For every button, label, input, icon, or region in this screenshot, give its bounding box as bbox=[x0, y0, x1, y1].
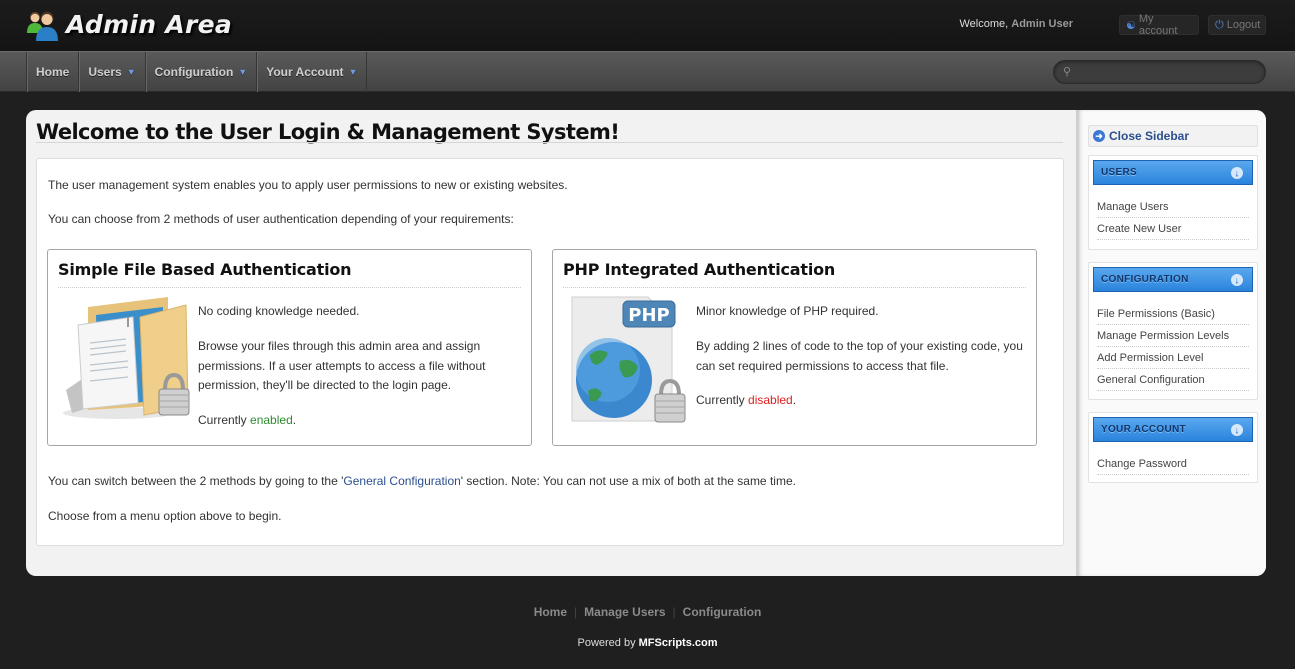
main-nav: Home Users ▼ Configuration ▼ Your Account ▼… bbox=[0, 51, 1295, 92]
sidebar-section-users: USERS ↓ Manage Users Create New User bbox=[1088, 155, 1258, 250]
arrow-down-icon: ↓ bbox=[1231, 167, 1243, 179]
arrow-down-icon: ↓ bbox=[1231, 424, 1243, 436]
section-header-users[interactable]: USERS ↓ bbox=[1093, 160, 1253, 185]
separator: | bbox=[672, 605, 676, 619]
nav-configuration[interactable]: Configuration ▼ bbox=[146, 52, 258, 92]
switch-text-after: ' section. Note: You can not use a mix o… bbox=[460, 474, 796, 488]
section-title: USERS bbox=[1101, 167, 1137, 178]
user-icon: ☯ bbox=[1126, 19, 1136, 32]
my-account-label: My account bbox=[1138, 13, 1178, 37]
users-icon bbox=[26, 6, 62, 42]
powered-brand-link[interactable]: MFScripts.com bbox=[639, 637, 718, 649]
card-line-2: By adding 2 lines of code to the top of … bbox=[696, 339, 1023, 373]
sidebar-section-your-account: YOUR ACCOUNT ↓ Change Password bbox=[1088, 412, 1258, 483]
footer-links: Home | Manage Users | Configuration bbox=[0, 605, 1295, 619]
powered-by: Powered by MFScripts.com bbox=[0, 637, 1295, 649]
nav-configuration-label: Configuration bbox=[154, 65, 234, 79]
header: Admin Area Welcome, Admin User ☯ My acco… bbox=[0, 0, 1295, 51]
footer-link-home[interactable]: Home bbox=[534, 605, 567, 619]
nav-your-account-label: Your Account bbox=[266, 65, 344, 79]
card-title: PHP Integrated Authentication bbox=[563, 260, 836, 279]
card-status: Currently disabled. bbox=[696, 393, 797, 407]
sidebar-item-general-configuration[interactable]: General Configuration bbox=[1097, 369, 1249, 391]
sidebar-item-file-permissions[interactable]: File Permissions (Basic) bbox=[1097, 303, 1249, 325]
sidebar-item-manage-users[interactable]: Manage Users bbox=[1097, 196, 1249, 218]
nav-users-label: Users bbox=[88, 65, 122, 79]
sidebar-item-change-password[interactable]: Change Password bbox=[1097, 453, 1249, 475]
search-box[interactable]: ⚲ bbox=[1053, 60, 1266, 84]
card-line-2: Browse your files through this admin are… bbox=[198, 339, 486, 392]
auth-card-php: PHP Integrated Authentication PHP Minor … bbox=[552, 249, 1037, 446]
chevron-down-icon: ▼ bbox=[126, 67, 136, 77]
switch-text-before: You can switch between the 2 methods by … bbox=[48, 474, 344, 488]
intro-text-2: You can choose from 2 methods of user au… bbox=[48, 212, 514, 226]
status-prefix: Currently bbox=[696, 393, 745, 407]
close-sidebar-button[interactable]: ➜ Close Sidebar bbox=[1088, 125, 1258, 147]
close-sidebar-label: Close Sidebar bbox=[1109, 129, 1190, 143]
card-title: Simple File Based Authentication bbox=[58, 260, 352, 279]
section-header-configuration[interactable]: CONFIGURATION ↓ bbox=[1093, 267, 1253, 292]
card-line-1: No coding knowledge needed. bbox=[198, 304, 360, 318]
arrow-right-icon: ➜ bbox=[1093, 130, 1105, 142]
search-input[interactable] bbox=[1080, 64, 1255, 80]
logout-button[interactable]: ⏻ Logout bbox=[1208, 15, 1266, 35]
search-icon: ⚲ bbox=[1063, 66, 1072, 78]
folder-lock-icon bbox=[58, 295, 193, 430]
section-title: YOUR ACCOUNT bbox=[1101, 424, 1186, 435]
nav-users[interactable]: Users ▼ bbox=[79, 52, 146, 92]
logout-label: Logout bbox=[1226, 19, 1261, 31]
nav-home-label: Home bbox=[36, 65, 70, 79]
sidebar-item-create-new-user[interactable]: Create New User bbox=[1097, 218, 1249, 240]
chevron-down-icon: ▼ bbox=[238, 67, 248, 77]
separator: | bbox=[574, 605, 578, 619]
sidebar-item-add-permission-level[interactable]: Add Permission Level bbox=[1097, 347, 1249, 369]
nav-home[interactable]: Home bbox=[27, 52, 80, 92]
user-name: Admin User bbox=[1011, 18, 1073, 30]
status-enabled: enabled bbox=[250, 413, 293, 427]
sidebar-section-configuration: CONFIGURATION ↓ File Permissions (Basic)… bbox=[1088, 262, 1258, 400]
footer-link-configuration[interactable]: Configuration bbox=[683, 605, 762, 619]
card-line-1: Minor knowledge of PHP required. bbox=[696, 304, 879, 318]
content-box: The user management system enables you t… bbox=[36, 158, 1064, 546]
logo[interactable]: Admin Area bbox=[26, 6, 232, 42]
general-configuration-link[interactable]: General Configuration bbox=[343, 474, 460, 488]
section-title: CONFIGURATION bbox=[1101, 274, 1189, 285]
welcome-text: Welcome, Admin User bbox=[959, 18, 1073, 30]
nav-your-account[interactable]: Your Account ▼ bbox=[257, 52, 368, 92]
card-status: Currently enabled. bbox=[198, 413, 297, 427]
intro-text-1: The user management system enables you t… bbox=[48, 178, 568, 192]
app-title: Admin Area bbox=[66, 9, 233, 39]
content-area: Welcome to the User Login & Management S… bbox=[26, 110, 1076, 576]
page-title: Welcome to the User Login & Management S… bbox=[36, 120, 620, 144]
php-globe-lock-icon: PHP bbox=[568, 295, 703, 430]
welcome-prefix: Welcome, bbox=[959, 18, 1009, 30]
main-panel: Welcome to the User Login & Management S… bbox=[26, 110, 1266, 576]
my-account-button[interactable]: ☯ My account bbox=[1119, 13, 1199, 37]
powered-prefix: Powered by bbox=[577, 637, 636, 649]
closing-text: Choose from a menu option above to begin… bbox=[48, 509, 282, 523]
footer-link-manage-users[interactable]: Manage Users bbox=[584, 605, 665, 619]
chevron-down-icon: ▼ bbox=[348, 67, 358, 77]
power-icon: ⏻ bbox=[1215, 18, 1224, 31]
section-header-your-account[interactable]: YOUR ACCOUNT ↓ bbox=[1093, 417, 1253, 442]
card-divider bbox=[58, 287, 521, 288]
status-prefix: Currently bbox=[198, 413, 247, 427]
sidebar-item-manage-permission-levels[interactable]: Manage Permission Levels bbox=[1097, 325, 1249, 347]
card-divider bbox=[563, 287, 1026, 288]
svg-text:PHP: PHP bbox=[628, 305, 669, 326]
status-disabled: disabled bbox=[748, 393, 793, 407]
switch-text: You can switch between the 2 methods by … bbox=[48, 474, 796, 488]
title-divider bbox=[36, 142, 1063, 143]
sidebar: ➜ Close Sidebar USERS ↓ Manage Users Cre… bbox=[1076, 110, 1266, 576]
arrow-down-icon: ↓ bbox=[1231, 274, 1243, 286]
auth-card-file-based: Simple File Based Authentication No codi… bbox=[47, 249, 532, 446]
